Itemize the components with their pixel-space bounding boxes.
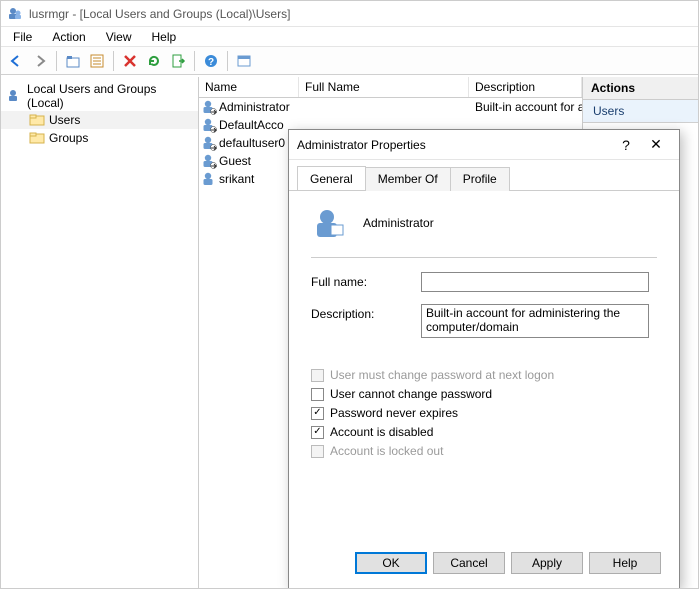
grid-header: Name Full Name Description — [199, 77, 582, 98]
checkbox-label: User must change password at next logon — [330, 368, 554, 382]
user-icon — [201, 135, 217, 151]
refresh-button[interactable] — [143, 50, 165, 72]
checkbox-group: User must change password at next logon … — [311, 368, 657, 458]
help-button[interactable]: ? — [200, 50, 222, 72]
toolbar-separator — [194, 51, 195, 71]
checkbox-label: Account is locked out — [330, 444, 443, 458]
user-icon — [201, 171, 217, 187]
menu-help[interactable]: Help — [142, 28, 187, 46]
help-button[interactable]: Help — [589, 552, 661, 574]
dialog-tabs: General Member Of Profile — [289, 160, 679, 191]
dialog-help-button[interactable]: ? — [611, 137, 641, 153]
cell-description: Built-in account for ad — [469, 100, 582, 114]
user-icon — [311, 205, 347, 241]
user-name-display: Administrator — [363, 216, 434, 230]
description-label: Description: — [311, 304, 421, 321]
grid-row[interactable]: Administrator Built-in account for ad — [199, 98, 582, 116]
menu-view[interactable]: View — [96, 28, 142, 46]
tree-item-label: Groups — [49, 131, 88, 145]
checkbox-row: User must change password at next logon — [311, 368, 657, 382]
fullname-row: Full name: — [311, 272, 657, 292]
svg-text:?: ? — [208, 57, 214, 68]
cell-name: defaultuser0 — [219, 136, 285, 150]
dialog-button-row: OK Cancel Apply Help — [289, 552, 679, 574]
fullname-input[interactable] — [421, 272, 649, 292]
cancel-button[interactable]: Cancel — [433, 552, 505, 574]
show-hide-button[interactable] — [233, 50, 255, 72]
mmc-window: lusrmgr - [Local Users and Groups (Local… — [0, 0, 699, 589]
tree-item-groups[interactable]: Groups — [1, 129, 198, 147]
titlebar: lusrmgr - [Local Users and Groups (Local… — [1, 1, 698, 27]
divider — [311, 257, 657, 258]
toolbar-separator — [227, 51, 228, 71]
checkbox-icon — [311, 369, 324, 382]
user-header: Administrator — [311, 205, 657, 251]
menubar: File Action View Help — [1, 27, 698, 47]
export-button[interactable] — [167, 50, 189, 72]
tab-member-of[interactable]: Member Of — [365, 167, 451, 191]
ok-button[interactable]: OK — [355, 552, 427, 574]
actions-header: Actions — [583, 77, 698, 100]
actions-category[interactable]: Users — [583, 100, 698, 123]
menu-file[interactable]: File — [3, 28, 42, 46]
user-icon — [201, 117, 217, 133]
cell-name: srikant — [219, 172, 254, 186]
apply-button[interactable]: Apply — [511, 552, 583, 574]
checkbox-row: Account is locked out — [311, 444, 657, 458]
app-icon — [7, 6, 23, 22]
up-button[interactable] — [62, 50, 84, 72]
tab-profile[interactable]: Profile — [450, 167, 510, 191]
toolbar-separator — [56, 51, 57, 71]
cell-name: Guest — [219, 154, 251, 168]
dialog-title: Administrator Properties — [297, 138, 611, 152]
checkbox-icon — [311, 388, 324, 401]
tree-pane: Local Users and Groups (Local) Users Gro… — [1, 77, 199, 588]
checkbox-icon: ✓ — [311, 407, 324, 420]
tree-item-users[interactable]: Users — [1, 111, 198, 129]
checkbox-icon: ✓ — [311, 426, 324, 439]
tab-general[interactable]: General — [297, 166, 366, 190]
checkbox-label: Password never expires — [330, 406, 458, 420]
checkbox-icon — [311, 445, 324, 458]
fullname-label: Full name: — [311, 272, 421, 289]
column-header-name[interactable]: Name — [199, 77, 299, 97]
column-header-description[interactable]: Description — [469, 77, 582, 97]
toolbar: ? — [1, 47, 698, 75]
menu-action[interactable]: Action — [42, 28, 95, 46]
dialog-titlebar: Administrator Properties ? ✕ — [289, 130, 679, 160]
forward-button[interactable] — [29, 50, 51, 72]
user-icon — [201, 153, 217, 169]
folder-icon — [29, 112, 45, 128]
checkbox-row[interactable]: ✓ Account is disabled — [311, 425, 657, 439]
checkbox-row[interactable]: ✓ Password never expires — [311, 406, 657, 420]
description-row: Description: — [311, 304, 657, 341]
checkbox-label: Account is disabled — [330, 425, 433, 439]
column-header-fullname[interactable]: Full Name — [299, 77, 469, 97]
folder-icon — [29, 130, 45, 146]
window-title: lusrmgr - [Local Users and Groups (Local… — [29, 7, 290, 21]
dialog-body: Administrator Full name: Description: Us… — [289, 191, 679, 471]
cell-name: DefaultAcco — [219, 118, 284, 132]
back-button[interactable] — [5, 50, 27, 72]
delete-button[interactable] — [119, 50, 141, 72]
checkbox-label: User cannot change password — [330, 387, 492, 401]
checkbox-row[interactable]: User cannot change password — [311, 387, 657, 401]
description-input[interactable] — [421, 304, 649, 338]
toolbar-separator — [113, 51, 114, 71]
properties-button[interactable] — [86, 50, 108, 72]
dialog-close-button[interactable]: ✕ — [641, 136, 671, 153]
tree-root-label: Local Users and Groups (Local) — [27, 82, 194, 110]
tree-root[interactable]: Local Users and Groups (Local) — [1, 81, 198, 111]
users-groups-icon — [7, 88, 23, 104]
cell-name: Administrator — [219, 100, 290, 114]
user-icon — [201, 99, 217, 115]
properties-dialog: Administrator Properties ? ✕ General Mem… — [288, 129, 680, 589]
tree-item-label: Users — [49, 113, 80, 127]
